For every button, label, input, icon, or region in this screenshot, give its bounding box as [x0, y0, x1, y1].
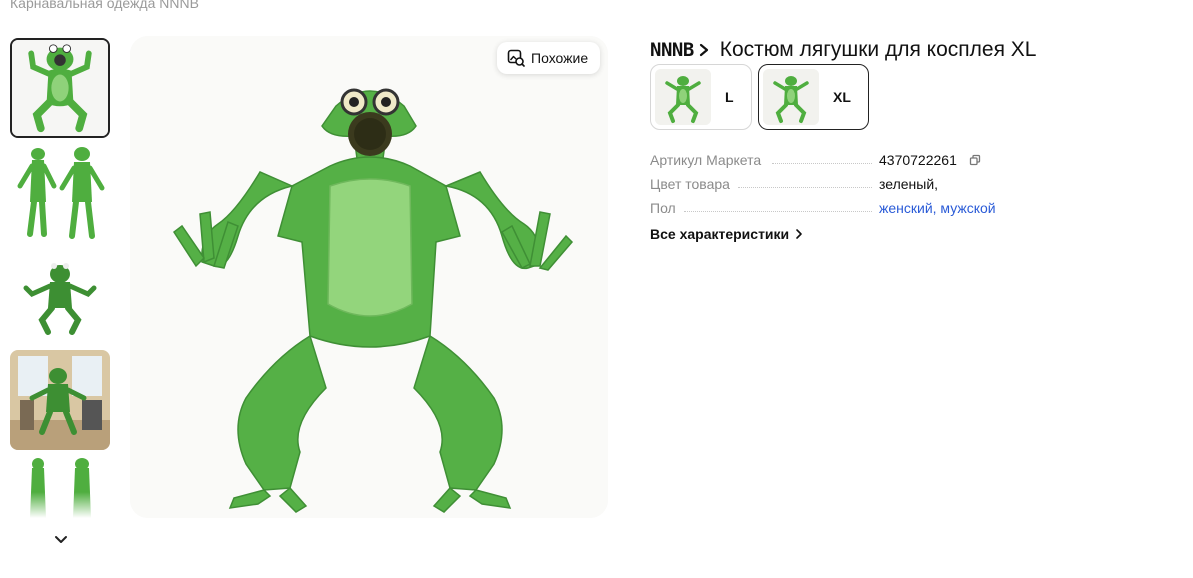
spec-row-article: Артикул Маркета 4370722261 — [650, 152, 1010, 176]
variant-image — [763, 69, 819, 125]
variant-label: L — [725, 89, 734, 105]
frog-costume-thumbnail-image — [12, 40, 108, 136]
frog-costume-thumbnail-image — [10, 142, 110, 242]
image-search-icon — [507, 49, 525, 67]
thumbnail-fade — [10, 492, 110, 518]
chevron-right-icon[interactable] — [698, 43, 710, 57]
similar-button-label: Похожие — [531, 50, 589, 66]
spec-leader — [684, 211, 872, 212]
spec-leader — [738, 187, 872, 188]
main-product-photo[interactable] — [130, 36, 608, 518]
all-specs-label: Все характеристики — [650, 226, 790, 242]
size-variants: L XL — [650, 64, 869, 130]
spec-row-color: Цвет товара зеленый, — [650, 176, 1010, 200]
variant-option-xl[interactable]: XL — [758, 64, 869, 130]
frog-costume-thumbnail-image — [10, 246, 110, 346]
variant-label: XL — [833, 89, 851, 105]
frog-costume-variant-image — [763, 69, 819, 125]
variant-option-l[interactable]: L — [650, 64, 752, 130]
spec-name: Пол — [650, 200, 676, 216]
spec-row-gender: Пол женский, мужской — [650, 200, 1010, 224]
frog-costume-variant-image — [655, 69, 711, 125]
spec-value-link[interactable]: женский, мужской — [879, 200, 996, 216]
spec-leader — [772, 163, 872, 164]
spec-name: Артикул Маркета — [650, 152, 762, 168]
article-number: 4370722261 — [879, 152, 957, 168]
variant-image — [655, 69, 711, 125]
copy-icon[interactable] — [969, 154, 981, 166]
product-title: Костюм лягушки для косплея XL — [719, 38, 1037, 61]
spec-value: зеленый, — [879, 176, 939, 192]
similar-button[interactable]: Похожие — [497, 42, 601, 74]
thumbnail-4[interactable] — [10, 350, 110, 450]
spec-value: 4370722261 — [879, 152, 981, 168]
breadcrumb[interactable]: Карнавальная одежда NNNB — [10, 0, 199, 11]
thumbnail-2[interactable] — [10, 142, 110, 242]
product-title-row: NNNB Костюм лягушки для косплея XL — [650, 38, 1036, 62]
spec-name: Цвет товара — [650, 176, 730, 192]
chevron-right-icon — [796, 229, 802, 239]
thumbnail-3[interactable] — [10, 246, 110, 346]
frog-costume-main-image — [130, 36, 608, 518]
brand-link[interactable]: NNNB — [650, 39, 694, 61]
product-specs: Артикул Маркета 4370722261 Цвет товара з… — [650, 152, 1010, 224]
all-specs-link[interactable]: Все характеристики — [650, 226, 803, 242]
chevron-down-icon[interactable] — [52, 530, 70, 548]
frog-costume-thumbnail-image — [10, 350, 110, 450]
thumbnail-1[interactable] — [10, 38, 110, 138]
